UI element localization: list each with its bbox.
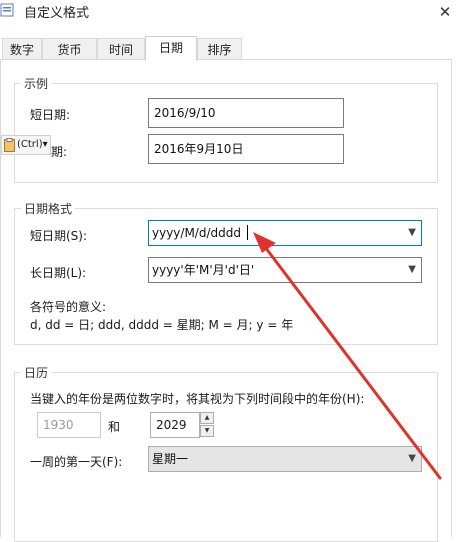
annotation-arrow-head: [253, 232, 276, 253]
annotation-arrow-shaft: [260, 241, 442, 480]
annotation-arrow: [253, 232, 442, 480]
